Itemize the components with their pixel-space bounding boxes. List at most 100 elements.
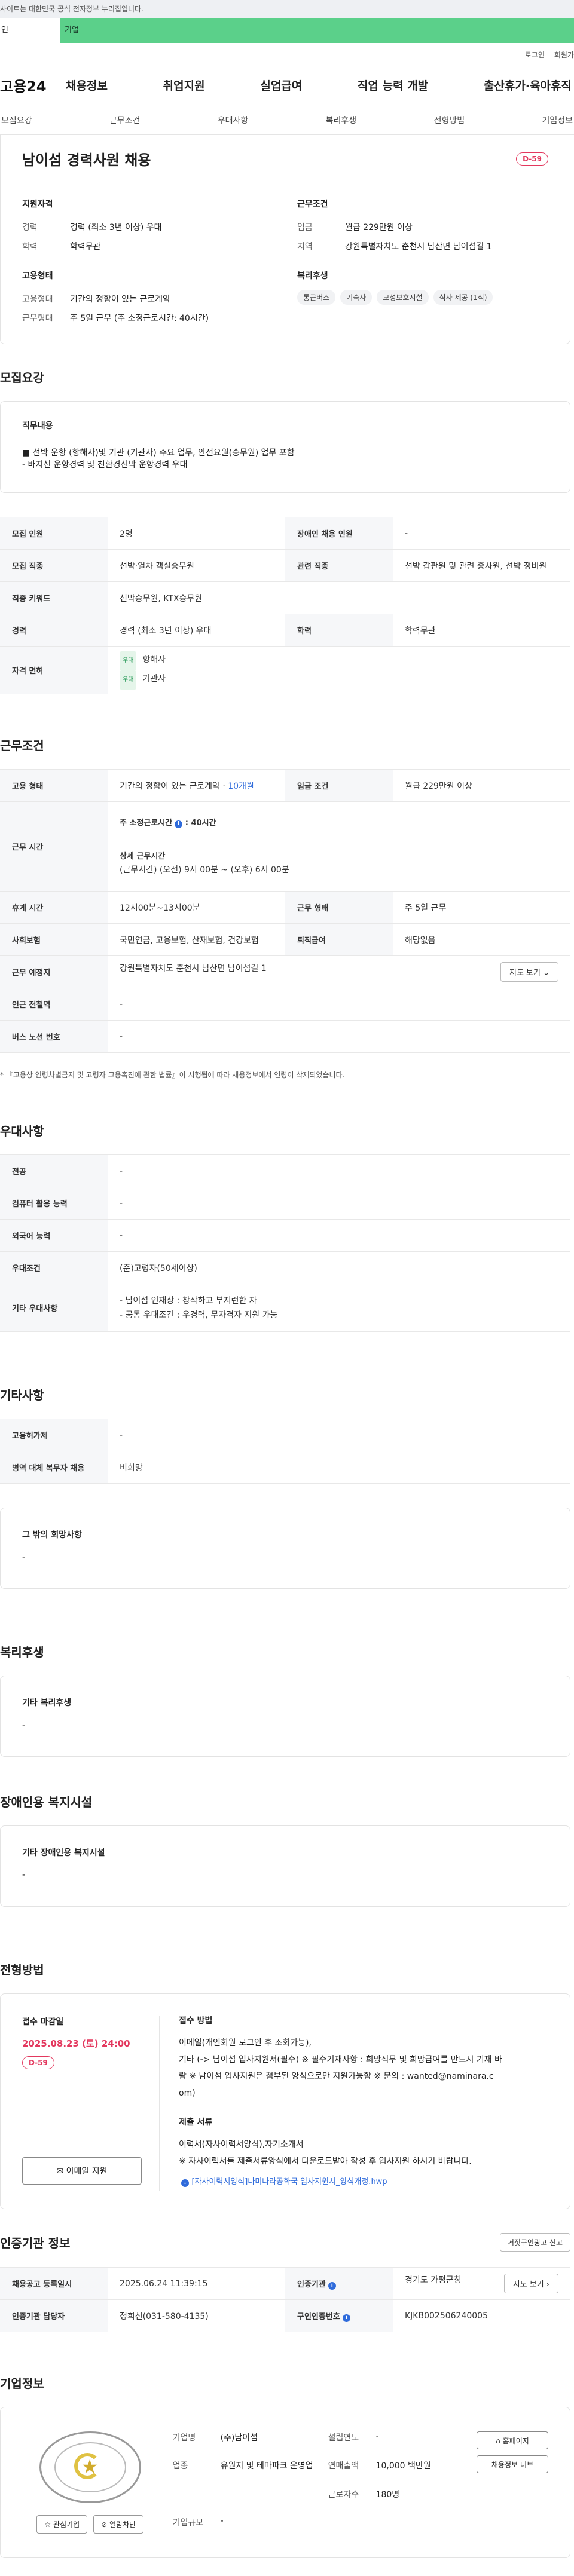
summary-label: 고용형태 [22,295,53,304]
tab-selection[interactable]: 전형방법 [433,114,466,126]
false-ad-report-button[interactable]: 거짓구인광고 신고 [499,2233,570,2252]
pref-line: - 공통 우대조건 : 우경력, 무자격자 지원 가능 [120,1310,278,1320]
gnb-item-jobs[interactable]: 채용정보 [66,77,108,93]
welfare-chip: 기숙사 [340,290,373,305]
attachment-icon: ↓ [181,2179,189,2187]
block-company-button[interactable]: ⊘ 열람차단 [93,2515,144,2534]
weekly-hours-value: 40시간 [191,818,216,828]
cert-map-button[interactable]: 지도 보기 › [503,2274,558,2293]
table-row: 근무 예정지 강원특별자치도 춘천시 남산면 남이섬길 1 지도 보기 ⌄ [0,955,570,988]
tab-recruit[interactable]: 모집요강 [0,114,33,126]
section-tabs: 모집요강 근무조건 우대사항 복리후생 전형방법 기업정보 [0,105,574,135]
info-icon[interactable]: i [175,820,183,828]
tab-welfare[interactable]: 복리후생 [325,114,358,126]
resume-form-download-link[interactable]: [자사이력서양식]나미나라공화국 입사지원서_양식개정.hwp [191,2177,387,2186]
table-value: - [108,1419,570,1451]
company-sales: 10,000 백만원 [375,2461,431,2471]
info-icon[interactable]: i [328,2281,336,2290]
table-key: 기타 우대사항 [0,1284,108,1332]
summary-label: 임금 [297,223,313,232]
recruit-table: 모집 인원 2명 장애인 채용 인원 - 모집 직종 선박·열차 객실승무원 관련 직종 선… [0,517,570,694]
table-value: 선박승무원, KTX승무원 [108,581,570,614]
login-link[interactable]: 로그인 [525,50,545,60]
info-icon[interactable]: i [342,2314,350,2322]
summary-value: 기간의 정함이 있는 근로계약 [70,295,170,304]
tab-company[interactable]: 기업 [60,18,574,43]
favorite-company-button[interactable]: ☆ 관심기업 [36,2515,88,2534]
table-value: 국민연금, 고용보험, 산재보험, 건강보험 [108,923,285,956]
table-key: 버스 노선 번호 [0,1020,108,1053]
company-name: (주)남이섬 [220,2433,258,2443]
company-logo-panel: ★ ☆ 관심기업 ⊘ 열람차단 [22,2431,158,2534]
table-key: 외국어 능력 [0,1219,108,1252]
table-row: 기타 우대사항 - 남이섬 인재상 : 창작하고 부지런한 자 - 공통 우대조건 … [0,1284,570,1332]
summary-label: 지역 [297,242,313,252]
tab-work-conditions[interactable]: 근무조건 [108,114,142,126]
deadline-heading: 접수 마감일 [22,2017,64,2027]
table-row: 직종 키워드 선박승무원, KTX승무원 [0,581,570,614]
company-actions: ⌂ 홈페이지 채용정보 더보 [460,2431,548,2534]
company-size: - [220,2516,224,2526]
summary-label: 근무형태 [22,314,53,323]
summary-label: 경력 [22,223,38,232]
docs-heading: 제출 서류 [179,2118,213,2127]
map-view-button[interactable]: 지도 보기 ⌄ [500,962,558,982]
company-label: 기업명 [172,2433,196,2443]
table-key: 우대조건 [0,1251,108,1284]
summary-value: 경력 (최소 3년 이상) 우대 [70,223,162,232]
table-value: 정희선(031-580-4135) [108,2299,285,2332]
table-row: 인근 전철역 - [0,988,570,1021]
detail-hours-value: (근무시간) (오전) 9시 00분 ~ (오후) 6시 00분 [120,865,289,875]
method-card: 접수 마감일 2025.08.23 (토) 24:00 D-59 ✉ 이메일 지… [0,1993,570,2209]
docs-line: ※ 자사이력서를 제출서류양식에서 다운로드받아 작성 후 입사지원 하시기 바… [179,2157,472,2166]
employment-heading: 고용형태 [22,271,53,281]
email-apply-button[interactable]: ✉ 이메일 지원 [22,2157,142,2185]
table-row: 병역 대체 복무자 채용 비희망 [0,1451,570,1484]
table-key: 직종 키워드 [0,581,108,614]
table-key: 구인인증번호 [297,2312,340,2321]
table-value: 학력무관 [393,614,570,647]
signup-link[interactable]: 회원가 [554,50,574,60]
table-value: 월급 229만원 이상 [393,769,570,802]
tab-preference[interactable]: 우대사항 [216,114,250,126]
utility-menu: 로그인 회원가 [0,43,574,66]
gnb-item-parental-leave[interactable]: 출산휴가·육아휴직 [484,77,572,93]
method-section-title: 전형방법 [0,1963,44,1977]
pref-section-title: 우대사항 [0,1124,44,1138]
summary-value: 학력무관 [70,242,101,252]
gnb-item-employment-support[interactable]: 취업지원 [163,77,205,93]
table-row: 버스 노선 번호 - [0,1020,570,1053]
tab-company-info[interactable]: 기업정보 [541,114,574,126]
table-key: 근무 형태 [285,891,393,924]
table-row: 인증기관 담당자 정희선(031-580-4135) 구인인증번호 i KJKB0025… [0,2299,570,2332]
company-card: ★ ☆ 관심기업 ⊘ 열람차단 기업명 (주)남이섬 설립연도 - 업종 유원지 및 … [0,2407,570,2558]
gov-notice-text: 사이트는 대한민국 공식 전자정부 누리집입니다. [0,5,144,13]
homepage-button[interactable]: ⌂ 홈페이지 [477,2431,548,2449]
employment-type-value: 기간의 정함이 있는 근로계약 · [120,781,228,791]
site-logo[interactable]: 고용24 [0,75,66,96]
table-row: 전공 - [0,1154,570,1187]
wish-card: 그 밖의 희망사항 - [0,1508,570,1589]
company-label: 연매출액 [328,2461,359,2471]
table-row: 근무 시간 주 소정근로시간 i : 40시간 상세 근무시간 (근무시간) (오… [0,801,570,892]
table-value: 비희망 [108,1451,570,1484]
tab-individual[interactable]: 인 [0,18,60,43]
table-key: 관련 직종 [285,549,393,582]
company-label: 근로자수 [328,2489,359,2500]
gnb-item-job-training[interactable]: 직업 능력 개발 [358,77,428,93]
table-value: - [108,1020,570,1053]
table-key: 고용허가제 [0,1419,108,1451]
welfare-card: 기타 복리후생 - [0,1676,570,1757]
global-nav: 고용24 채용정보 취업지원 실업급여 직업 능력 개발 출산휴가·육아휴직 [0,66,574,105]
welfare-detail-heading: 기타 복리후생 [22,1698,72,1708]
table-key: 근무 예정지 [0,955,108,988]
more-jobs-button[interactable]: 채용정보 더보 [477,2455,548,2473]
summary-value: 월급 229만원 이상 [345,223,413,232]
table-row: 경력 경력 (최소 3년 이상) 우대 학력 학력무관 [0,614,570,647]
table-key: 인증기관 담당자 [0,2299,108,2332]
summary-value: 주 5일 근무 (주 소정근로시간: 40시간) [70,314,209,323]
table-value: 경력 (최소 3년 이상) 우대 [108,614,285,647]
apply-method-heading: 접수 방법 [179,2016,213,2026]
gnb-item-unemployment-benefit[interactable]: 실업급여 [260,77,302,93]
cert-table: 채용공고 등록일시 2025.06.24 11:39:15 인증기관 i 경기도 가평군… [0,2267,570,2332]
